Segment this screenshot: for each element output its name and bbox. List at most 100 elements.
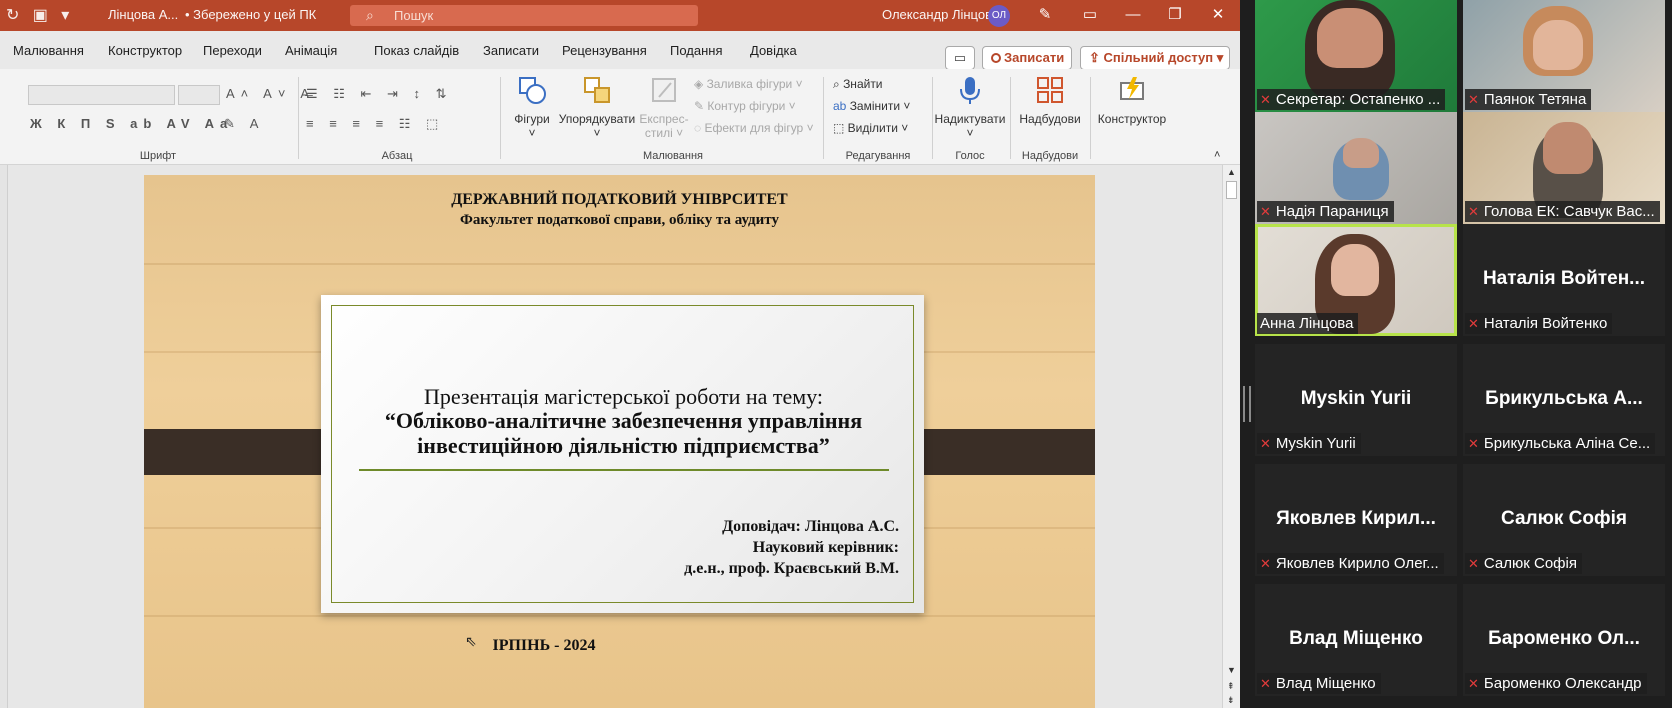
pen-icon[interactable]: ✎ [1030,4,1060,26]
participant-name: ✕ Голова ЕК: Савчук Вас... [1465,201,1660,222]
mic-muted-icon: ✕ [1468,316,1479,331]
group-font-label: Шрифт [139,150,177,162]
minimize-button[interactable]: — [1118,4,1148,26]
shape-effects-button[interactable]: ◌ Ефекти для фігур ˅ [694,121,814,135]
shapes-label: Фігури [514,112,550,126]
font-size-combo[interactable] [178,85,220,105]
participant-tile[interactable]: Салюк Софія ✕ Салюк Софія [1463,464,1665,576]
thesis-topic-line-2: інвестиційною діяльністю підприємства” [417,433,830,458]
mic-muted-icon: ✕ [1260,92,1271,107]
participant-name-text: Влад Міщенко [1275,675,1376,692]
participant-tile[interactable]: Myskin Yurii ✕ Myskin Yurii [1255,344,1457,456]
scroll-thumb[interactable] [1226,181,1237,199]
share-button[interactable]: ⇪ Спільний доступ ▾ [1080,46,1230,70]
slide-editor: ДЕРЖАВНИЙ ПОДАТКОВИЙ УНІВРСИТЕТ Факульте… [8,165,1230,708]
thesis-topic-line-1: “Обліково-аналітичне забезпечення управл… [384,408,863,433]
align-icons[interactable]: ≡ ≡ ≡ ≡ ☷ ⬚ [306,116,444,132]
participant-placeholder-name: Myskin Yurii [1300,388,1412,409]
group-separator [1090,77,1091,159]
search-placeholder: Пошук [394,8,434,23]
close-button[interactable]: ✕ [1203,4,1233,26]
shape-fill-label: Заливка фігури [706,77,793,91]
powerpoint-window: ↻ ▣ ▾ Лінцова А... • Збережено у цей ПК … [0,0,1240,708]
participant-tile[interactable]: Наталія Войтен... ✕ Наталія Войтенко [1463,224,1665,336]
designer-icon [1120,77,1144,100]
comment-icon: ▭ [953,50,967,65]
participant-tile-active-speaker[interactable]: Анна Лінцова [1255,224,1457,336]
quick-styles-label-1: Експрес- [639,112,689,126]
video-face [1317,8,1383,68]
scroll-down-icon[interactable]: ▼ [1227,665,1236,675]
document-name[interactable]: Лінцова А... [108,7,178,22]
tab-slideshow[interactable]: Показ слайдів [374,43,459,58]
participant-tile[interactable]: ✕ Паянок Тетяна [1463,0,1665,112]
slide[interactable]: ДЕРЖАВНИЙ ПОДАТКОВИЙ УНІВРСИТЕТ Факульте… [144,175,1095,708]
font-format-icons[interactable]: Ж К П S ab AV Aa [30,116,233,131]
arrange-button[interactable]: Упорядкувати ˅ [556,75,638,140]
shapes-button[interactable]: Фігури ˅ [508,75,556,140]
collapse-ribbon-icon[interactable]: ˄ [1214,149,1220,161]
tab-animations[interactable]: Анімація [285,43,337,58]
designer-label: Конструктор [1097,112,1167,126]
tab-view[interactable]: Подання [670,43,723,58]
tab-transitions[interactable]: Переходи [203,43,262,58]
panel-divider[interactable] [1240,0,1255,708]
tab-design[interactable]: Конструктор [108,43,182,58]
group-paragraph-label: Абзац [381,150,413,162]
quick-styles-button[interactable]: Експрес-стилі ˅ [638,75,690,140]
participant-tile[interactable]: ✕ Секретар: Остапенко ... [1255,0,1457,112]
avatar[interactable]: ОЛ [988,5,1010,27]
tab-record[interactable]: Записати [483,43,539,58]
ribbon: A˄ A˅ A̶ Ж К П S ab AV Aa ✎ A Шрифт ☰ ☷ … [0,69,1240,165]
title-underline [359,469,889,471]
record-button[interactable]: Записати [982,46,1072,70]
list-icons[interactable]: ☰ ☷ ⇤ ⇥ ↕ ⇅ [306,86,453,102]
font-size-icons[interactable]: A˄ A˅ A̶ [226,86,315,101]
participant-name: ✕ Myskin Yurii [1257,433,1361,454]
shape-fill-button[interactable]: ◈ Заливка фігури ˅ [694,77,803,91]
thumbnail-pane-edge[interactable] [0,165,8,708]
participant-name: ✕ Надія Параниця [1257,201,1394,222]
participant-tile[interactable]: Бароменко Ол... ✕ Бароменко Олександр [1463,584,1665,696]
restore-button[interactable]: ❐ [1160,4,1190,26]
user-name[interactable]: Олександр Лінцов [882,7,992,22]
video-face [1543,122,1593,174]
scroll-up-icon[interactable]: ▲ [1227,167,1236,177]
designer-button[interactable]: Конструктор [1092,75,1172,126]
save-status[interactable]: • Збережено у цей ПК [185,7,316,22]
participant-tile[interactable]: Яковлев Кирил... ✕ Яковлев Кирило Олег... [1255,464,1457,576]
shape-outline-button[interactable]: ✎ Контур фігури ˅ [694,99,796,113]
share-label: Спільний доступ [1103,50,1214,65]
ribbon-display-icon[interactable]: ▭ [1075,4,1105,26]
tab-drawing[interactable]: Малювання [13,43,84,58]
mic-muted-icon: ✕ [1468,676,1479,691]
search-box[interactable]: ⌕ Пошук [350,5,698,26]
find-button[interactable]: ⌕ Знайти [833,77,883,92]
replace-label: Замінити [849,99,901,113]
participant-tile[interactable]: ✕ Голова ЕК: Савчук Вас... [1463,112,1665,224]
outline-icon: ✎ [694,99,708,113]
participant-tile[interactable]: ✕ Надія Параниця [1255,112,1457,224]
quick-access-icons[interactable]: ↻ ▣ ▾ [6,5,69,25]
addins-button[interactable]: Надбудови [1014,75,1086,126]
resize-grip-icon[interactable] [1243,386,1251,422]
addins-icon [1037,77,1063,103]
supervisor: д.е.н., проф. Краєвський В.М. [684,560,899,577]
participant-tile[interactable]: Брикульська А... ✕ Брикульська Аліна Се..… [1463,344,1665,456]
vertical-scrollbar[interactable]: ▲ ▼ ⇞ ⇟ [1222,165,1240,708]
dictate-button[interactable]: Надиктувати ˅ [934,75,1006,140]
tab-review[interactable]: Рецензування [562,43,647,58]
replace-button[interactable]: ab Замінити ˅ [833,99,910,113]
select-button[interactable]: ⬚ Виділити ˅ [833,121,908,135]
next-slide-icon[interactable]: ⇟ [1227,695,1235,706]
font-color-icons[interactable]: ✎ A [224,116,264,132]
comments-button[interactable]: ▭ [945,46,975,70]
font-name-combo[interactable] [28,85,175,105]
prev-slide-icon[interactable]: ⇞ [1227,681,1235,692]
participant-name-text: Надія Параниця [1275,203,1389,220]
participant-tile[interactable]: Влад Міщенко ✕ Влад Міщенко [1255,584,1457,696]
tab-help[interactable]: Довідка [750,43,797,58]
thesis-topic: “Обліково-аналітичне забезпечення управл… [332,408,915,458]
mic-muted-icon: ✕ [1468,436,1479,451]
participant-name-text: Голова ЕК: Савчук Вас... [1483,203,1655,220]
